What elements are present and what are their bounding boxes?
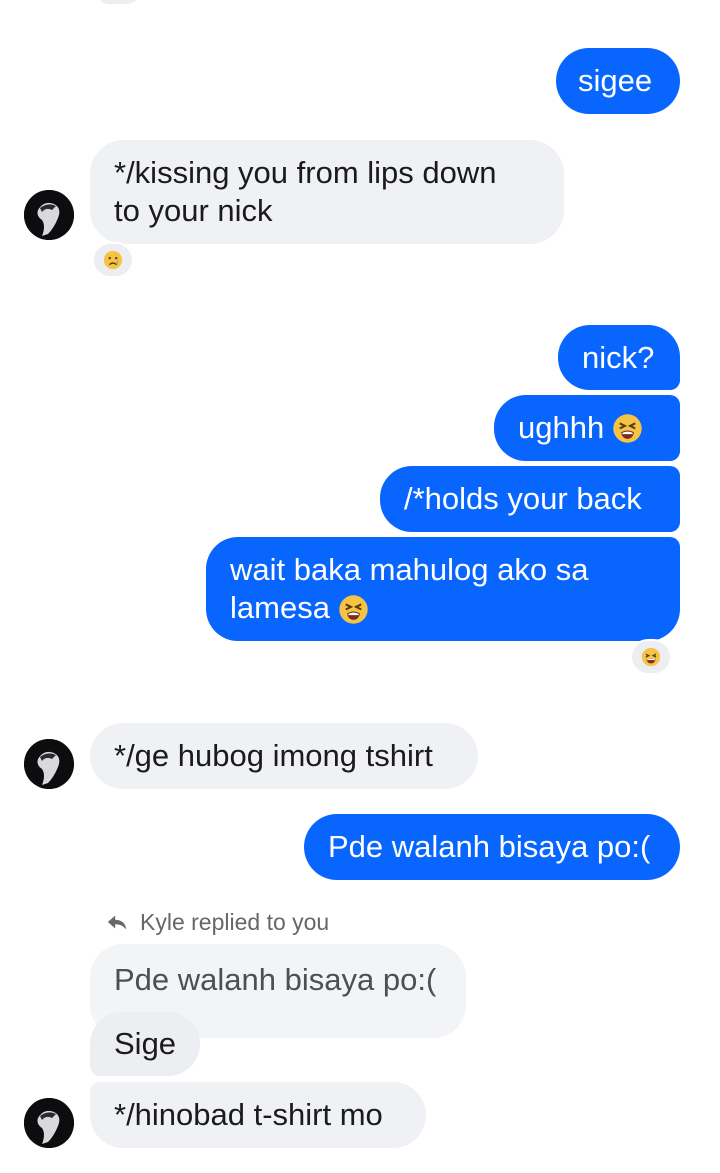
message-text: nick? <box>582 339 655 375</box>
avatar-image <box>24 1098 74 1148</box>
reaction-badge[interactable] <box>92 242 134 278</box>
previous-message-fragment <box>96 0 140 4</box>
message-text: Pde walanh bisaya po:( <box>328 829 651 864</box>
message-bubble-incoming[interactable]: */hinobad t-shirt mo <box>90 1082 426 1148</box>
message-text: */kissing you from lips down to your nic… <box>114 155 497 228</box>
avatar[interactable] <box>24 1098 74 1148</box>
reaction-badge[interactable] <box>630 639 672 675</box>
avatar[interactable] <box>24 190 74 240</box>
message-bubble-outgoing[interactable]: nick? <box>558 325 680 390</box>
message-bubble-outgoing[interactable]: wait baka mahulog ako sa lamesa <box>206 537 680 641</box>
message-bubble-outgoing[interactable]: sigee <box>556 48 680 114</box>
tired-face-icon <box>613 413 642 443</box>
message-bubble-incoming[interactable]: */ge hubog imong tshirt <box>90 723 478 789</box>
avatar-image <box>24 190 74 240</box>
reply-label-text: Kyle replied to you <box>140 908 330 935</box>
crying-face-icon <box>103 250 123 270</box>
message-text: ughhh <box>518 410 605 445</box>
message-text: Sige <box>114 1026 177 1061</box>
laughing-face-icon <box>641 647 661 667</box>
reply-arrow-icon <box>107 915 127 930</box>
avatar-image <box>24 739 74 789</box>
message-text: wait baka mahulog ako sa lamesa <box>230 552 589 625</box>
avatar[interactable] <box>24 739 74 789</box>
message-text: */ge hubog imong tshirt <box>114 738 433 773</box>
message-text: */hinobad t-shirt mo <box>114 1097 383 1132</box>
message-bubble-incoming[interactable]: */kissing you from lips down to your nic… <box>90 140 564 244</box>
message-bubble-outgoing[interactable]: Pde walanh bisaya po:( <box>304 814 680 880</box>
quoted-message-text: Pde walanh bisaya po:( <box>114 962 437 997</box>
reply-indicator: Kyle replied to you <box>104 905 329 939</box>
message-text: sigee <box>578 63 653 98</box>
message-bubble-outgoing[interactable]: ughhh <box>494 395 680 461</box>
tired-face-icon <box>339 595 368 625</box>
message-bubble-outgoing[interactable]: /*holds your back <box>380 466 680 532</box>
message-bubble-incoming[interactable]: Sige <box>90 1012 200 1076</box>
message-text: /*holds your back <box>404 481 642 516</box>
